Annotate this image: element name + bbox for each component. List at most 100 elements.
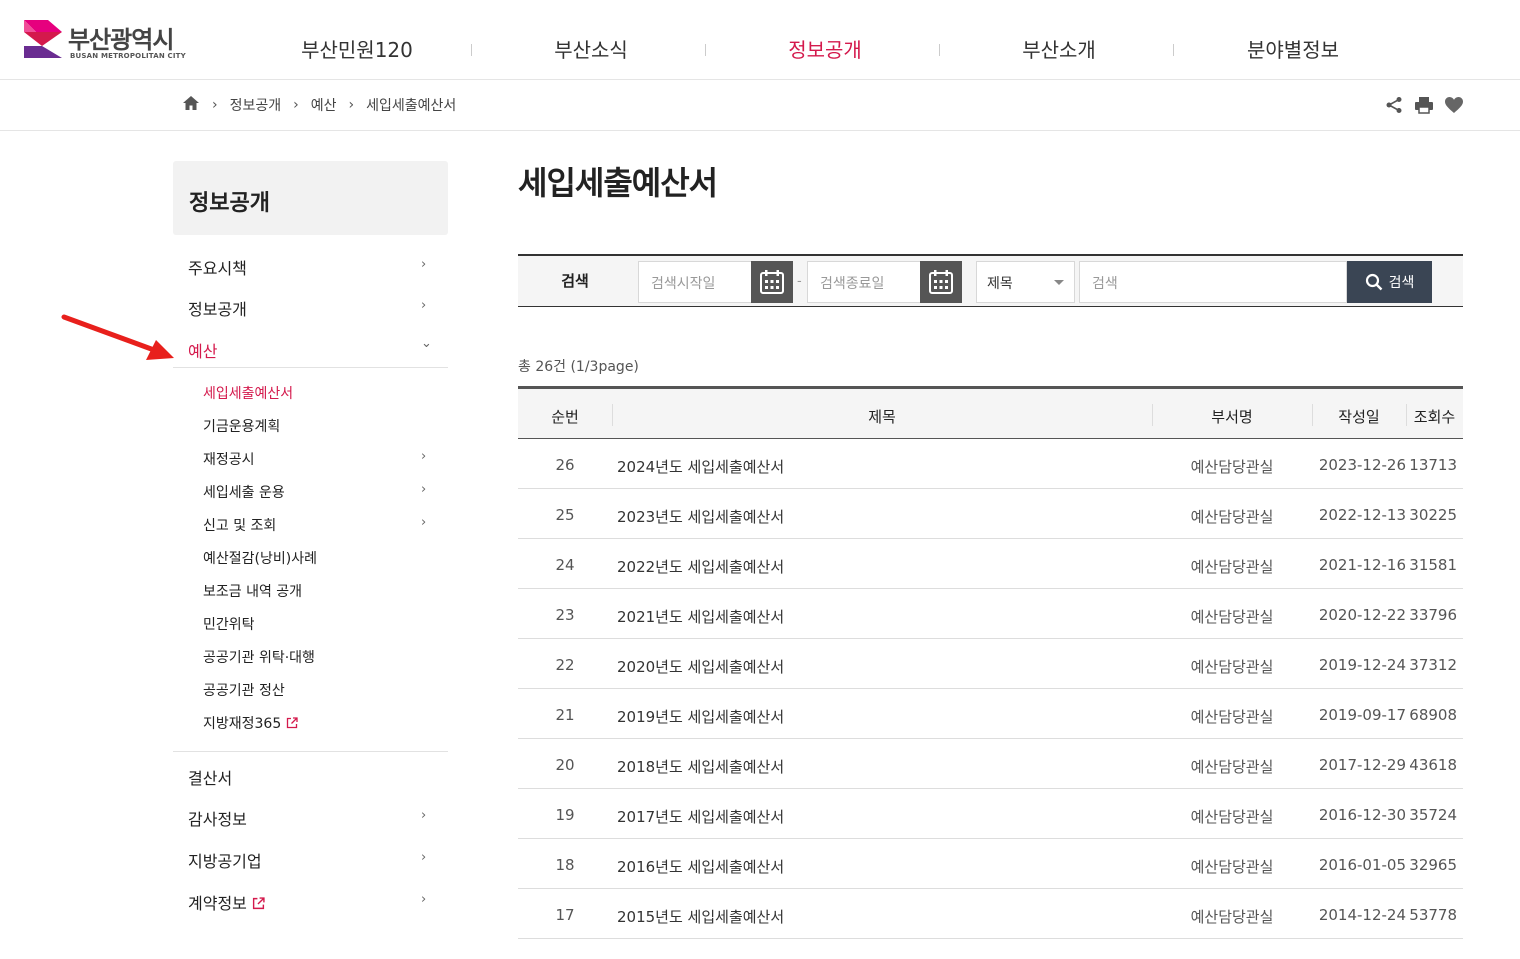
cell-date: 2019-12-24	[1318, 656, 1406, 674]
sidebar-title: 정보공개	[189, 191, 270, 216]
date-range-dash: -	[797, 274, 802, 289]
table-row[interactable]: 21 2019년도 세입세출예산서 예산담당관실 2019-09-17 68908	[518, 689, 1463, 739]
cell-title[interactable]: 2022년도 세입세출예산서	[617, 556, 1147, 577]
start-calendar-button[interactable]	[751, 261, 793, 303]
sidebar-item-policies[interactable]: 주요시책	[188, 255, 438, 279]
cell-title[interactable]: 2019년도 세입세출예산서	[617, 706, 1147, 727]
heart-icon[interactable]	[1444, 95, 1464, 115]
sidebar-item-settlement[interactable]: 결산서	[188, 765, 438, 789]
search-input[interactable]: 검색	[1079, 261, 1347, 303]
search-button[interactable]: 검색	[1347, 261, 1432, 303]
cell-title[interactable]: 2024년도 세입세출예산서	[617, 456, 1147, 477]
column-header-date: 작성일	[1338, 408, 1380, 426]
nav-divider	[471, 44, 472, 56]
sidebar-subitem-public-consign[interactable]: 공공기관 위탁·대행	[203, 647, 315, 667]
site-logo[interactable]: 부산광역시 BUSAN METROPOLITAN CITY	[22, 18, 192, 62]
home-icon[interactable]	[182, 95, 200, 115]
external-link-icon	[286, 717, 298, 733]
table-row[interactable]: 24 2022년도 세입세출예산서 예산담당관실 2021-12-16 31581	[518, 539, 1463, 589]
cell-department: 예산담당관실	[1190, 508, 1274, 526]
sidebar-subitem-budget-statement[interactable]: 세입세출예산서	[203, 383, 293, 403]
sidebar-subitem-subsidy[interactable]: 보조금 내역 공개	[203, 581, 302, 601]
logo-text: 부산광역시	[68, 26, 174, 54]
table-row[interactable]: 18 2016년도 세입세출예산서 예산담당관실 2016-01-05 32965	[518, 839, 1463, 889]
breadcrumb-item[interactable]: 정보공개	[230, 95, 282, 115]
chevron-right-icon: ›	[421, 515, 427, 530]
cell-date: 2016-12-30	[1318, 806, 1406, 824]
sidebar-subitem-label: 지방재정365	[203, 716, 282, 732]
table-row[interactable]: 26 2024년도 세입세출예산서 예산담당관실 2023-12-26 13713	[518, 439, 1463, 489]
cell-views: 33796	[1409, 606, 1457, 624]
cell-date: 2020-12-22	[1318, 606, 1406, 624]
nav-item-about[interactable]: 부산소개	[942, 34, 1176, 63]
sidebar-subitem-local-finance-365[interactable]: 지방재정365	[203, 713, 298, 733]
cell-title[interactable]: 2021년도 세입세출예산서	[617, 606, 1147, 627]
cell-title[interactable]: 2016년도 세입세출예산서	[617, 856, 1147, 877]
cell-number: 23	[555, 606, 575, 624]
sidebar-item-budget[interactable]: 예산	[188, 338, 438, 362]
table-row[interactable]: 17 2015년도 세입세출예산서 예산담당관실 2014-12-24 53778	[518, 889, 1463, 939]
cell-views: 35724	[1409, 806, 1457, 824]
cell-number: 25	[555, 506, 575, 524]
breadcrumb-item[interactable]: 예산	[311, 95, 337, 115]
share-icon[interactable]	[1384, 95, 1404, 115]
table-header: 순번 제목 부서명 작성일 조회수	[518, 386, 1463, 439]
search-panel: 검색 검색시작일 - 검색종료일 제목 검색 검색	[518, 254, 1463, 307]
cell-title[interactable]: 2017년도 세입세출예산서	[617, 806, 1147, 827]
global-nav: 부산민원120 부산소식 정보공개 부산소개 분야별정보	[240, 0, 1410, 80]
cell-department: 예산담당관실	[1190, 558, 1274, 576]
print-icon[interactable]	[1414, 95, 1434, 115]
cell-date: 2017-12-29	[1318, 756, 1406, 774]
cell-date: 2021-12-16	[1318, 556, 1406, 574]
sidebar-item-disclosure[interactable]: 정보공개	[188, 296, 438, 320]
end-calendar-button[interactable]	[920, 261, 962, 303]
sidebar-subitem-public-settlement[interactable]: 공공기관 정산	[203, 680, 285, 700]
table-row[interactable]: 23 2021년도 세입세출예산서 예산담당관실 2020-12-22 33796	[518, 589, 1463, 639]
cell-views: 32965	[1409, 856, 1457, 874]
nav-item-news[interactable]: 부산소식	[474, 34, 708, 63]
nav-divider	[1173, 44, 1174, 56]
cell-date: 2019-09-17	[1318, 706, 1406, 724]
nav-divider	[939, 44, 940, 56]
chevron-right-icon: ›	[421, 892, 427, 907]
cell-number: 19	[555, 806, 575, 824]
logo-subtitle: BUSAN METROPOLITAN CITY	[70, 52, 186, 60]
search-field-select[interactable]: 제목	[976, 261, 1075, 303]
column-header-department: 부서명	[1211, 408, 1253, 426]
cell-date: 2016-01-05	[1318, 856, 1406, 874]
search-button-label: 검색	[1388, 275, 1415, 291]
breadcrumb-current: 세입세출예산서	[366, 98, 457, 114]
cell-title[interactable]: 2020년도 세입세출예산서	[617, 656, 1147, 677]
search-label: 검색	[561, 272, 589, 290]
cell-department: 예산담당관실	[1190, 458, 1274, 476]
budget-table: 순번 제목 부서명 작성일 조회수 26 2024년도 세입세출예산서 예산담당관실…	[518, 386, 1463, 939]
cell-title[interactable]: 2015년도 세입세출예산서	[617, 906, 1147, 927]
table-row[interactable]: 20 2018년도 세입세출예산서 예산담당관실 2017-12-29 43618	[518, 739, 1463, 789]
cell-title[interactable]: 2023년도 세입세출예산서	[617, 506, 1147, 527]
cell-views: 13713	[1409, 456, 1457, 474]
caret-down-icon	[1054, 280, 1064, 285]
table-row[interactable]: 22 2020년도 세입세출예산서 예산담당관실 2019-12-24 37312	[518, 639, 1463, 689]
sidebar-subitem-operation[interactable]: 세입세출 운용	[203, 482, 285, 502]
table-row[interactable]: 19 2017년도 세입세출예산서 예산담당관실 2016-12-30 35724	[518, 789, 1463, 839]
sidebar-subitem-savings[interactable]: 예산절감(낭비)사례	[203, 548, 317, 568]
sidebar-item-public-enterprise[interactable]: 지방공기업	[188, 848, 438, 872]
sidebar-subitem-report[interactable]: 신고 및 조회	[203, 515, 276, 535]
sidebar-item-audit[interactable]: 감사정보	[188, 806, 438, 830]
select-value: 제목	[987, 276, 1013, 292]
nav-item-civil[interactable]: 부산민원120	[240, 34, 474, 63]
sidebar-item-contract[interactable]: 계약정보	[188, 890, 438, 914]
nav-divider	[705, 44, 706, 56]
cell-title[interactable]: 2018년도 세입세출예산서	[617, 756, 1147, 777]
chevron-right-icon: ›	[348, 97, 355, 113]
cell-number: 18	[555, 856, 575, 874]
page-title: 세입세출예산서	[518, 164, 718, 202]
sidebar-subitem-private-consign[interactable]: 민간위탁	[203, 614, 255, 634]
nav-item-info[interactable]: 정보공개	[708, 34, 942, 63]
cell-number: 17	[555, 906, 575, 924]
nav-item-fields[interactable]: 분야별정보	[1176, 34, 1410, 63]
cell-views: 68908	[1409, 706, 1457, 724]
sidebar-subitem-fund-plan[interactable]: 기금운용계획	[203, 416, 280, 436]
table-row[interactable]: 25 2023년도 세입세출예산서 예산담당관실 2022-12-13 30225	[518, 489, 1463, 539]
sidebar-subitem-finance-disclosure[interactable]: 재정공시	[203, 449, 255, 469]
